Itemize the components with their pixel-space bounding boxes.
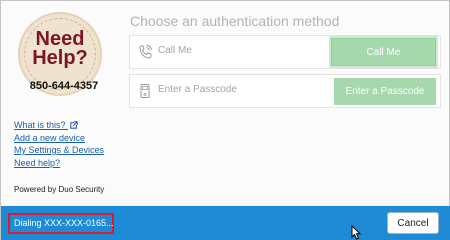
enter-passcode-label: Enter a Passcode xyxy=(158,84,237,95)
passcode-row: Enter a Passcode Enter a Passcode xyxy=(129,74,441,108)
cancel-button[interactable]: Cancel xyxy=(387,212,439,234)
call-me-button[interactable]: Call Me xyxy=(331,38,436,66)
call-me-label: Call Me xyxy=(158,45,192,56)
dialing-status-text: Dialing XXX-XXX-0165... xyxy=(14,218,114,228)
powered-by-text: Powered by Duo Security xyxy=(14,185,105,194)
left-panel: Need Help? 850-644-4357 What is this? Ad… xyxy=(1,1,121,206)
my-settings-devices-link[interactable]: My Settings & Devices xyxy=(14,144,104,157)
enter-passcode-button[interactable]: Enter a Passcode xyxy=(334,78,436,105)
what-is-this-label: What is this? xyxy=(14,120,66,130)
help-links: What is this? Add a new device My Settin… xyxy=(14,119,104,169)
passcode-device-icon xyxy=(140,84,150,98)
call-me-row: Call Me Call Me xyxy=(129,35,441,69)
status-bar: Dialing XXX-XXX-0165... Cancel xyxy=(1,206,450,240)
need-help-link[interactable]: Need help? xyxy=(14,157,104,170)
help-phone-number: 850-644-4357 xyxy=(29,80,99,92)
dialing-status-highlight: Dialing XXX-XXX-0165... xyxy=(8,213,114,234)
duo-prompt-window: Need Help? 850-644-4357 What is this? Ad… xyxy=(0,0,450,240)
logo-title: Need Help? xyxy=(20,29,100,69)
external-link-icon xyxy=(70,121,78,129)
logo-title-line2: Help? xyxy=(32,47,88,69)
phone-call-icon xyxy=(139,44,152,59)
add-new-device-link[interactable]: Add a new device xyxy=(14,132,104,145)
what-is-this-link[interactable]: What is this? xyxy=(14,119,104,132)
page-title: Choose an authentication method xyxy=(130,13,340,29)
mouse-cursor-icon xyxy=(351,225,362,240)
